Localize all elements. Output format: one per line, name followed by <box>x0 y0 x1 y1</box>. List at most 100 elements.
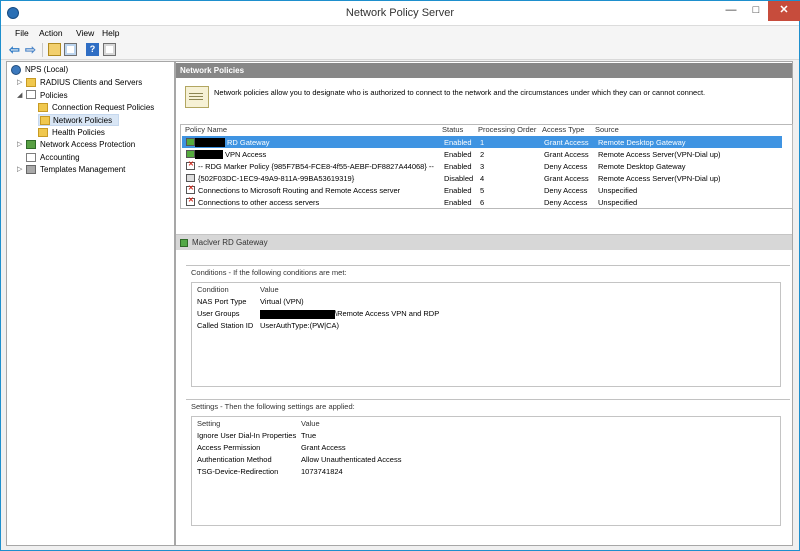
setting-value: 1073741824 <box>301 467 343 476</box>
menu-help[interactable]: Help <box>102 28 119 38</box>
properties-icon[interactable] <box>103 43 116 56</box>
policy-status: Enabled <box>444 138 472 147</box>
menu-file[interactable]: File <box>15 28 29 38</box>
grant-policy-icon <box>186 150 195 158</box>
tree-item-connection-request-policies[interactable]: Connection Request Policies <box>38 102 166 114</box>
show-hide-tree-icon[interactable] <box>64 43 77 56</box>
col-policy-name[interactable]: Policy Name <box>185 125 227 136</box>
intro-text: Network policies allow you to designate … <box>214 88 706 97</box>
collapse-icon[interactable]: ◢ <box>17 91 22 99</box>
console-tree: NPS (Local) ▷ RADIUS Clients and Servers… <box>6 61 175 546</box>
tree-item-accounting[interactable]: Accounting <box>26 152 166 164</box>
table-row[interactable]: RD Gateway Enabled 1 Grant Access Remote… <box>182 136 782 148</box>
conditions-table: Condition Value NAS Port Type Virtual (V… <box>191 282 781 387</box>
menu-action[interactable]: Action <box>39 28 63 38</box>
tree-label: Health Policies <box>52 128 105 137</box>
condition-col-header[interactable]: Condition <box>197 285 229 294</box>
folder-icon <box>38 103 48 112</box>
table-row[interactable]: {502F03DC-1EC9-49A9-811A-99BA53619319} D… <box>182 172 782 184</box>
tree-item-network-access-protection[interactable]: ▷ Network Access Protection <box>17 139 167 151</box>
col-access-type[interactable]: Access Type <box>542 125 584 136</box>
tree-item-policies[interactable]: ◢ Policies <box>17 90 167 102</box>
settings-title: Settings - Then the following settings a… <box>191 402 355 411</box>
policy-document-icon <box>26 90 36 99</box>
policy-name: RD Gateway <box>227 138 270 147</box>
policy-order: 2 <box>480 150 485 159</box>
folder-icon <box>26 78 36 87</box>
tree-label: Network Policies <box>53 116 113 125</box>
tree-item-network-policies[interactable]: Network Policies <box>38 114 119 126</box>
policy-order: 1 <box>480 138 485 147</box>
menu-view[interactable]: View <box>76 28 94 38</box>
tree-item-health-policies[interactable]: Health Policies <box>38 127 166 139</box>
tree-label: Connection Request Policies <box>52 103 155 112</box>
expand-icon[interactable]: ▷ <box>17 165 22 173</box>
setting-value: Allow Unauthenticated Access <box>301 455 402 464</box>
policy-status: Enabled <box>444 162 472 171</box>
back-arrow-icon[interactable]: ⇦ <box>9 43 22 56</box>
policy-access: Deny Access <box>544 186 588 195</box>
setting-col-header[interactable]: Setting <box>197 419 220 428</box>
details-pane: Network Policies Network policies allow … <box>175 61 793 546</box>
policy-name: -- RDG Marker Policy {985F7B54-FCE8-4f55… <box>198 162 434 171</box>
disabled-policy-icon <box>186 174 195 182</box>
settings-group: Settings - Then the following settings a… <box>186 399 790 539</box>
policy-name: {502F03DC-1EC9-49A9-811A-99BA53619319} <box>198 174 355 183</box>
policy-grid: Policy Name Status Processing Order Acce… <box>180 124 793 209</box>
tree-label: Accounting <box>40 153 80 162</box>
policy-detail-header: Maclver RD Gateway <box>176 234 792 250</box>
tree-label: RADIUS Clients and Servers <box>40 78 143 87</box>
tree-item-nps-local[interactable]: NPS (Local) <box>11 64 161 76</box>
settings-table: Setting Value Ignore User Dial-In Proper… <box>191 416 781 526</box>
forward-arrow-icon[interactable]: ⇨ <box>25 43 38 56</box>
toolbar-separator <box>42 43 43 57</box>
tree-item-radius-clients[interactable]: ▷ RADIUS Clients and Servers <box>17 77 167 89</box>
policy-name: Connections to other access servers <box>198 198 320 207</box>
policy-name: VPN Access <box>225 150 267 159</box>
policy-status: Enabled <box>444 198 472 207</box>
tree-label: Templates Management <box>40 165 126 174</box>
tree-label: Network Access Protection <box>40 140 136 149</box>
table-row[interactable]: -- RDG Marker Policy {985F7B54-FCE8-4f55… <box>182 160 782 172</box>
table-row[interactable]: Connections to Microsoft Routing and Rem… <box>182 184 782 196</box>
maximize-button[interactable]: □ <box>743 1 769 21</box>
value-col-header[interactable]: Value <box>260 285 279 294</box>
policy-order: 3 <box>480 162 485 171</box>
policy-order: 5 <box>480 186 485 195</box>
tree-label: Policies <box>40 91 68 100</box>
grant-policy-icon <box>186 138 195 146</box>
condition-value: UserAuthType:(PW|CA) <box>260 321 340 330</box>
policy-access: Grant Access <box>544 138 589 147</box>
setting-name: Access Permission <box>197 443 261 452</box>
expand-icon[interactable]: ▷ <box>17 78 22 86</box>
col-source[interactable]: Source <box>595 125 619 136</box>
policy-source: Remote Access Server(VPN-Dial up) <box>598 150 721 159</box>
tree-item-templates-management[interactable]: ▷ Templates Management <box>17 164 167 176</box>
conditions-group: Conditions - If the following conditions… <box>186 265 790 405</box>
nps-window: Network Policy Server — □ ✕ File Action … <box>0 0 800 551</box>
policy-access: Deny Access <box>544 198 588 207</box>
policy-status: Enabled <box>444 186 472 195</box>
redaction-bar <box>195 138 225 147</box>
policy-access: Grant Access <box>544 150 589 159</box>
policy-status: Enabled <box>444 150 472 159</box>
condition-name: Called Station ID <box>197 321 254 330</box>
minimize-button[interactable]: — <box>718 1 744 21</box>
redaction-bar <box>195 150 223 159</box>
col-status[interactable]: Status <box>442 125 463 136</box>
col-processing-order[interactable]: Processing Order <box>478 125 536 136</box>
table-row[interactable]: Connections to other access servers Enab… <box>182 196 782 208</box>
up-folder-icon[interactable] <box>48 43 61 56</box>
menu-bar: File Action View Help <box>1 26 799 40</box>
deny-policy-icon <box>186 196 195 206</box>
help-icon[interactable]: ? <box>86 43 99 56</box>
policy-source: Remote Desktop Gateway <box>598 162 686 171</box>
value-col-header[interactable]: Value <box>301 419 320 428</box>
table-row[interactable]: VPN Access Enabled 2 Grant Access Remote… <box>182 148 782 160</box>
condition-value: \Remote Access VPN and RDP <box>335 309 440 318</box>
policy-access: Deny Access <box>544 162 588 171</box>
expand-icon[interactable]: ▷ <box>17 140 22 148</box>
close-button[interactable]: ✕ <box>768 1 800 21</box>
network-policies-header: Network Policies <box>176 63 792 78</box>
policy-source: Remote Access Server(VPN-Dial up) <box>598 174 721 183</box>
